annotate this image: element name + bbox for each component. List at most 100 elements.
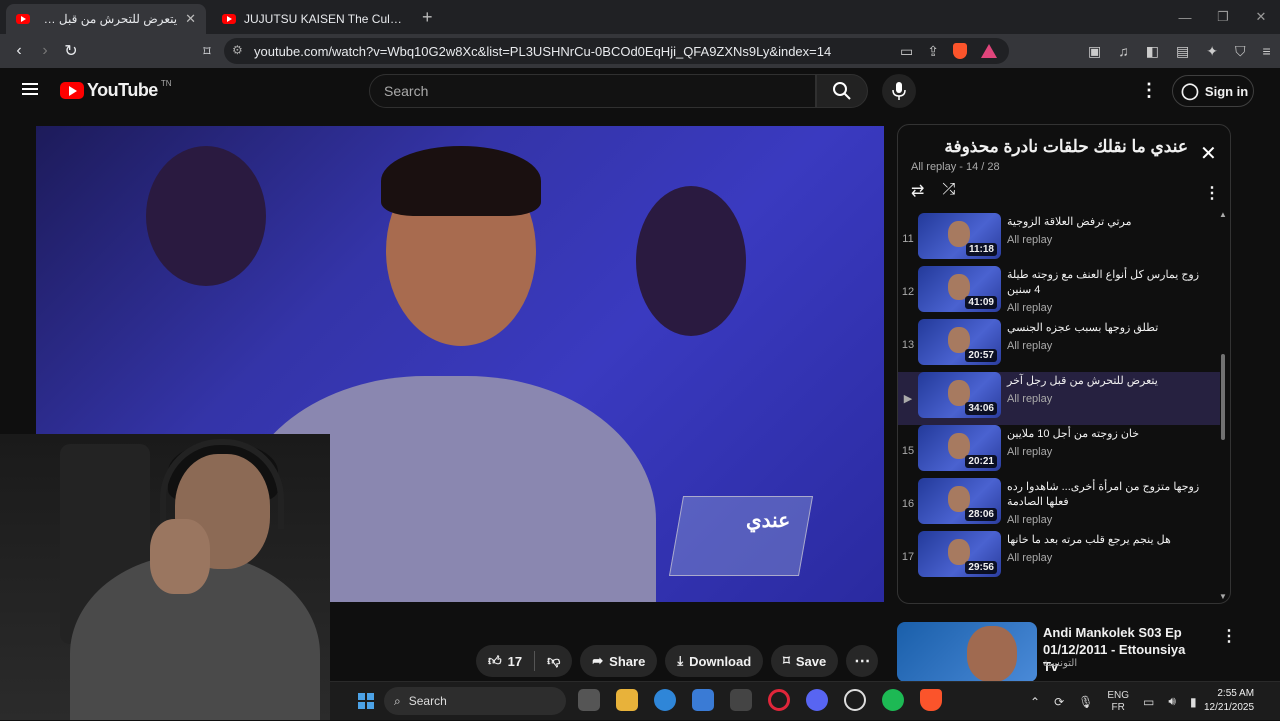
- vpn-icon[interactable]: ⛉: [1235, 43, 1246, 60]
- back-button[interactable]: ‹: [6, 42, 32, 60]
- clock[interactable]: 2:55 AM 12/21/2025: [1204, 687, 1254, 715]
- new-tab-button[interactable]: +: [422, 7, 433, 28]
- playlist-menu-icon[interactable]: ⋮: [1204, 183, 1220, 203]
- language-indicator[interactable]: ENG FR: [1107, 690, 1129, 714]
- minimize-button[interactable]: —: [1166, 10, 1204, 25]
- brave-shields-icon[interactable]: [952, 43, 967, 59]
- taskbar-search[interactable]: ⌕ Search: [384, 687, 566, 715]
- opera-gx-icon[interactable]: [768, 689, 790, 711]
- youtube-logo[interactable]: YouTube TN: [60, 79, 172, 101]
- playlist-item[interactable]: 16 28:06 زوجها متزوج من امرأة أخرى... شاهد…: [898, 478, 1220, 531]
- guide-menu-icon[interactable]: [22, 83, 38, 95]
- settings-kebab-icon[interactable]: ⋮: [1140, 80, 1158, 101]
- close-window-button[interactable]: ✕: [1242, 9, 1280, 25]
- store-icon[interactable]: [692, 689, 714, 711]
- reload-button[interactable]: ↻: [58, 41, 84, 61]
- bookmark-icon[interactable]: ⌑: [194, 43, 220, 60]
- sidebar-icon[interactable]: ◧: [1146, 43, 1159, 60]
- share-button[interactable]: ➦ Share: [580, 645, 658, 677]
- playlist-video-title[interactable]: هل ينجم يرجع قلب مرته بعد ما خانها: [1007, 533, 1207, 548]
- close-playlist-icon[interactable]: ✕: [1200, 141, 1217, 166]
- playlist-thumbnail[interactable]: 11:18: [918, 213, 1001, 259]
- playlist-item[interactable]: 15 20:21 خان زوجته من أجل 10 ملايين All rep…: [898, 425, 1220, 478]
- leo-ai-icon[interactable]: ✦: [1206, 43, 1218, 60]
- playlist-item[interactable]: 11 11:18 مرتي ترفض العلاقة الزوجية All repl…: [898, 213, 1220, 266]
- download-button[interactable]: ⤓ Download: [665, 645, 764, 677]
- recommended-thumbnail[interactable]: [897, 622, 1037, 682]
- save-button[interactable]: ⌑ Save: [771, 645, 839, 677]
- recommended-video[interactable]: Andi Mankolek S03 Ep 01/12/2011 - Ettoun…: [897, 622, 1237, 682]
- brave-rewards-icon[interactable]: [980, 44, 997, 58]
- tab-close-icon[interactable]: ✕: [185, 11, 196, 27]
- recommended-channel[interactable]: التونسية: [1043, 658, 1077, 669]
- playlist-thumbnail[interactable]: 29:56: [918, 531, 1001, 577]
- site-info-icon[interactable]: ⚙: [232, 43, 243, 57]
- app-icon[interactable]: [730, 689, 752, 711]
- share-page-icon[interactable]: ⇪: [927, 43, 939, 60]
- media-icon[interactable]: ♫: [1118, 43, 1129, 59]
- playlist-channel[interactable]: All replay: [1007, 302, 1207, 314]
- restore-button[interactable]: ❐: [1204, 9, 1242, 25]
- playlist-item[interactable]: 13 20:57 تطلق زوجها بسبب عجزه الجنسي All re…: [898, 319, 1220, 372]
- playlist-thumbnail[interactable]: 41:09: [918, 266, 1001, 312]
- discord-icon[interactable]: [806, 689, 828, 711]
- url-bar[interactable]: ⚙ youtube.com/watch?v=Wbq10G2w8Xc&list=P…: [224, 38, 1009, 64]
- task-view-icon[interactable]: [578, 689, 600, 711]
- playlist-video-title[interactable]: مرتي ترفض العلاقة الزوجية: [1007, 215, 1207, 230]
- mic-tray-icon[interactable]: 🎙︎: [1078, 695, 1093, 709]
- recommended-menu-icon[interactable]: ⋮: [1221, 626, 1237, 646]
- forward-button[interactable]: ›: [32, 42, 58, 60]
- playlist-video-title[interactable]: زوج يمارس كل أنواع العنف مع زوجته طيلة 4…: [1007, 268, 1207, 298]
- playlist-video-title[interactable]: تطلق زوجها بسبب عجزه الجنسي: [1007, 321, 1207, 336]
- scroll-down-arrow-icon[interactable]: ▼: [1219, 592, 1227, 601]
- playlist-title[interactable]: عندي ما نقلك حلقات نادرة محذوفة: [918, 137, 1188, 157]
- network-icon[interactable]: ▭: [1143, 695, 1154, 709]
- sign-in-button[interactable]: ◯ Sign in: [1172, 75, 1254, 107]
- playlist-item[interactable]: 12 41:09 زوج يمارس كل أنواع العنف مع زوجته…: [898, 266, 1220, 319]
- search-input[interactable]: Search: [369, 74, 816, 108]
- file-explorer-icon[interactable]: [616, 689, 638, 711]
- like-button[interactable]: 👍︎ 17: [476, 653, 534, 669]
- playlist-thumbnail[interactable]: 28:06: [918, 478, 1001, 524]
- reader-mode-icon[interactable]: ▣: [1088, 43, 1101, 60]
- playlist-thumbnail[interactable]: 34:06: [918, 372, 1001, 418]
- windows-start-icon[interactable]: [358, 693, 374, 709]
- brave-icon[interactable]: [920, 689, 942, 711]
- tab-jujutsu-kaisen[interactable]: JUJUTSU KAISEN The Culling Game |: [212, 4, 412, 34]
- playlist-thumbnail[interactable]: 20:57: [918, 319, 1001, 365]
- playlist-channel[interactable]: All replay: [1007, 446, 1207, 458]
- playlist-channel[interactable]: All replay: [1007, 552, 1207, 564]
- playlist-video-title[interactable]: خان زوجته من أجل 10 ملايين: [1007, 427, 1207, 442]
- sync-icon[interactable]: ⟳: [1054, 695, 1064, 709]
- spotify-icon[interactable]: [882, 689, 904, 711]
- playlist-channel[interactable]: All replay: [1007, 514, 1207, 526]
- tab-current-video[interactable]: يتعرض للتحرش من قبل رجل آخر - ✕: [6, 4, 206, 34]
- guest-hair: [381, 146, 541, 216]
- playlist-video-title[interactable]: يتعرض للتحرش من قبل رجل آخر: [1007, 374, 1207, 389]
- voice-search-button[interactable]: [882, 74, 916, 108]
- battery-icon[interactable]: ▮: [1190, 695, 1197, 709]
- playlist-subtitle[interactable]: All replay - 14 / 28: [911, 161, 1000, 173]
- playlist-item[interactable]: ▶ 34:06 يتعرض للتحرش من قبل رجل آخر All rep…: [898, 372, 1220, 425]
- dislike-button[interactable]: 👎︎: [535, 653, 572, 669]
- playlist-scrollbar[interactable]: [1221, 354, 1225, 440]
- menu-icon[interactable]: ≡: [1262, 43, 1270, 59]
- logo-text: YouTube: [87, 80, 158, 100]
- playlist-item[interactable]: 17 29:56 هل ينجم يرجع قلب مرته بعد ما خانه…: [898, 531, 1220, 584]
- tray-expand-icon[interactable]: ⌃: [1030, 695, 1040, 709]
- playlist-channel[interactable]: All replay: [1007, 234, 1207, 246]
- loop-icon[interactable]: ⇄: [911, 181, 924, 201]
- playlist-thumbnail[interactable]: 20:21: [918, 425, 1001, 471]
- search-button[interactable]: [816, 74, 868, 108]
- scroll-up-arrow-icon[interactable]: ▲: [1219, 210, 1227, 219]
- more-actions-button[interactable]: ⋯: [846, 645, 879, 677]
- playlist-channel[interactable]: All replay: [1007, 340, 1207, 352]
- playlist-channel[interactable]: All replay: [1007, 393, 1207, 405]
- volume-icon[interactable]: 🔊︎: [1168, 694, 1176, 709]
- wallet-icon[interactable]: ▤: [1176, 43, 1189, 60]
- playlist-video-title[interactable]: زوجها متزوج من امرأة أخرى... شاهدوا رده …: [1007, 480, 1207, 510]
- shuffle-icon[interactable]: ⤮: [942, 181, 955, 201]
- edge-icon[interactable]: [654, 689, 676, 711]
- cast-icon[interactable]: ▭: [900, 43, 913, 60]
- obs-icon[interactable]: [844, 689, 866, 711]
